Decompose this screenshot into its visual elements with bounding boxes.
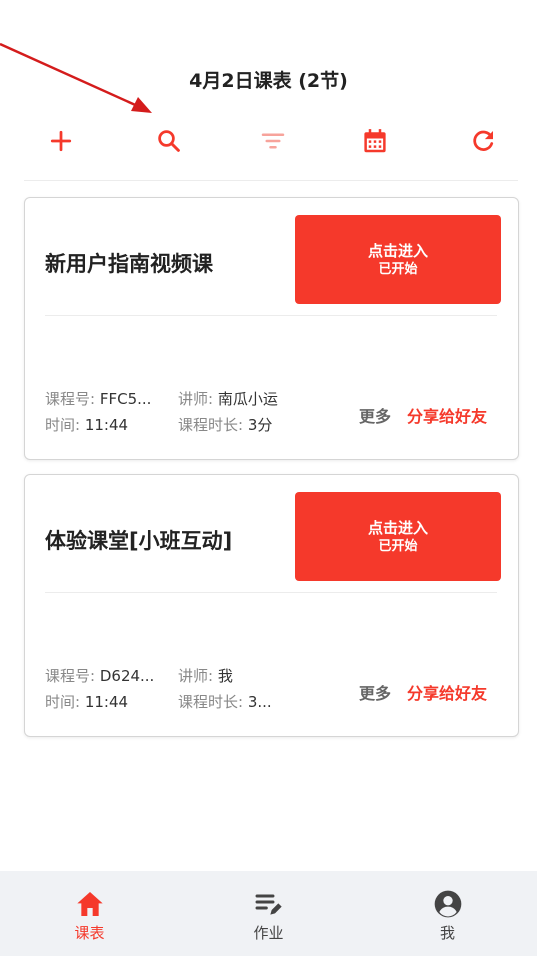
- annotation-arrow: [0, 42, 152, 113]
- duration-label: 课程时长:: [178, 416, 244, 434]
- filter-button[interactable]: [250, 118, 296, 164]
- enter-label: 点击进入: [367, 518, 428, 537]
- share-button[interactable]: 分享给好友: [407, 403, 487, 427]
- search-button[interactable]: [146, 118, 192, 164]
- refresh-icon: [473, 130, 494, 151]
- share-button[interactable]: 分享给好友: [407, 680, 487, 704]
- toolbar: [0, 118, 537, 164]
- filter-icon: [261, 133, 285, 149]
- course-card[interactable]: 新用户指南视频课 点击进入 已开始 课程号: FFC5... 讲师: 南瓜小运 …: [24, 197, 519, 460]
- tab-homework[interactable]: 作业: [179, 871, 358, 956]
- search-icon: [158, 130, 180, 152]
- refresh-button[interactable]: [460, 118, 506, 164]
- time-label: 时间:: [45, 416, 81, 434]
- status-label: 已开始: [378, 538, 418, 554]
- course-no: D624...: [99, 667, 155, 685]
- tab-label: 课表: [74, 924, 105, 942]
- more-button[interactable]: 更多: [359, 403, 391, 427]
- plus-icon: [50, 130, 72, 152]
- calendar-button[interactable]: [352, 118, 398, 164]
- teacher-name: 南瓜小运: [217, 390, 278, 408]
- bottom-tab-bar: 课表 作业 我: [0, 871, 537, 956]
- teacher-label: 讲师:: [178, 390, 214, 408]
- header-divider: [24, 180, 518, 181]
- time-label: 时间:: [45, 693, 81, 711]
- profile-icon: [434, 890, 461, 918]
- course-time: 11:44: [84, 416, 129, 434]
- course-meta-row: 课程号: FFC5... 讲师: 南瓜小运: [45, 388, 278, 409]
- status-label: 已开始: [378, 261, 418, 277]
- course-time-row: 时间: 11:44 课程时长: 3分: [45, 414, 272, 435]
- course-time: 11:44: [84, 693, 129, 711]
- add-button[interactable]: [38, 118, 84, 164]
- tab-label: 我: [439, 924, 455, 942]
- course-no-label: 课程号:: [45, 667, 96, 685]
- course-title: 体验课堂[小班互动]: [45, 529, 233, 553]
- course-time-row: 时间: 11:44 课程时长: 3...: [45, 691, 272, 712]
- tab-schedule[interactable]: 课表: [0, 871, 179, 956]
- calendar-icon: [364, 129, 386, 153]
- course-meta-row: 课程号: D624... 讲师: 我: [45, 665, 233, 686]
- enter-class-button[interactable]: 点击进入 已开始: [295, 492, 501, 581]
- card-divider: [45, 315, 497, 316]
- course-duration: 3分: [247, 416, 273, 434]
- homework-icon: [255, 894, 282, 915]
- tab-label: 作业: [253, 924, 284, 942]
- card-divider: [45, 592, 497, 593]
- course-title: 新用户指南视频课: [45, 252, 213, 276]
- course-no-label: 课程号:: [45, 390, 96, 408]
- teacher-label: 讲师:: [178, 667, 214, 685]
- page-title: 4月2日课表 (2节): [189, 70, 348, 92]
- tab-profile[interactable]: 我: [358, 871, 537, 956]
- more-button[interactable]: 更多: [359, 680, 391, 704]
- home-icon: [76, 892, 103, 916]
- enter-class-button[interactable]: 点击进入 已开始: [295, 215, 501, 304]
- course-card[interactable]: 体验课堂[小班互动] 点击进入 已开始 课程号: D624... 讲师: 我 时…: [24, 474, 519, 737]
- course-no: FFC5...: [99, 390, 152, 408]
- teacher-name: 我: [217, 667, 233, 685]
- duration-label: 课程时长:: [178, 693, 244, 711]
- course-duration: 3...: [247, 693, 272, 711]
- enter-label: 点击进入: [367, 241, 428, 260]
